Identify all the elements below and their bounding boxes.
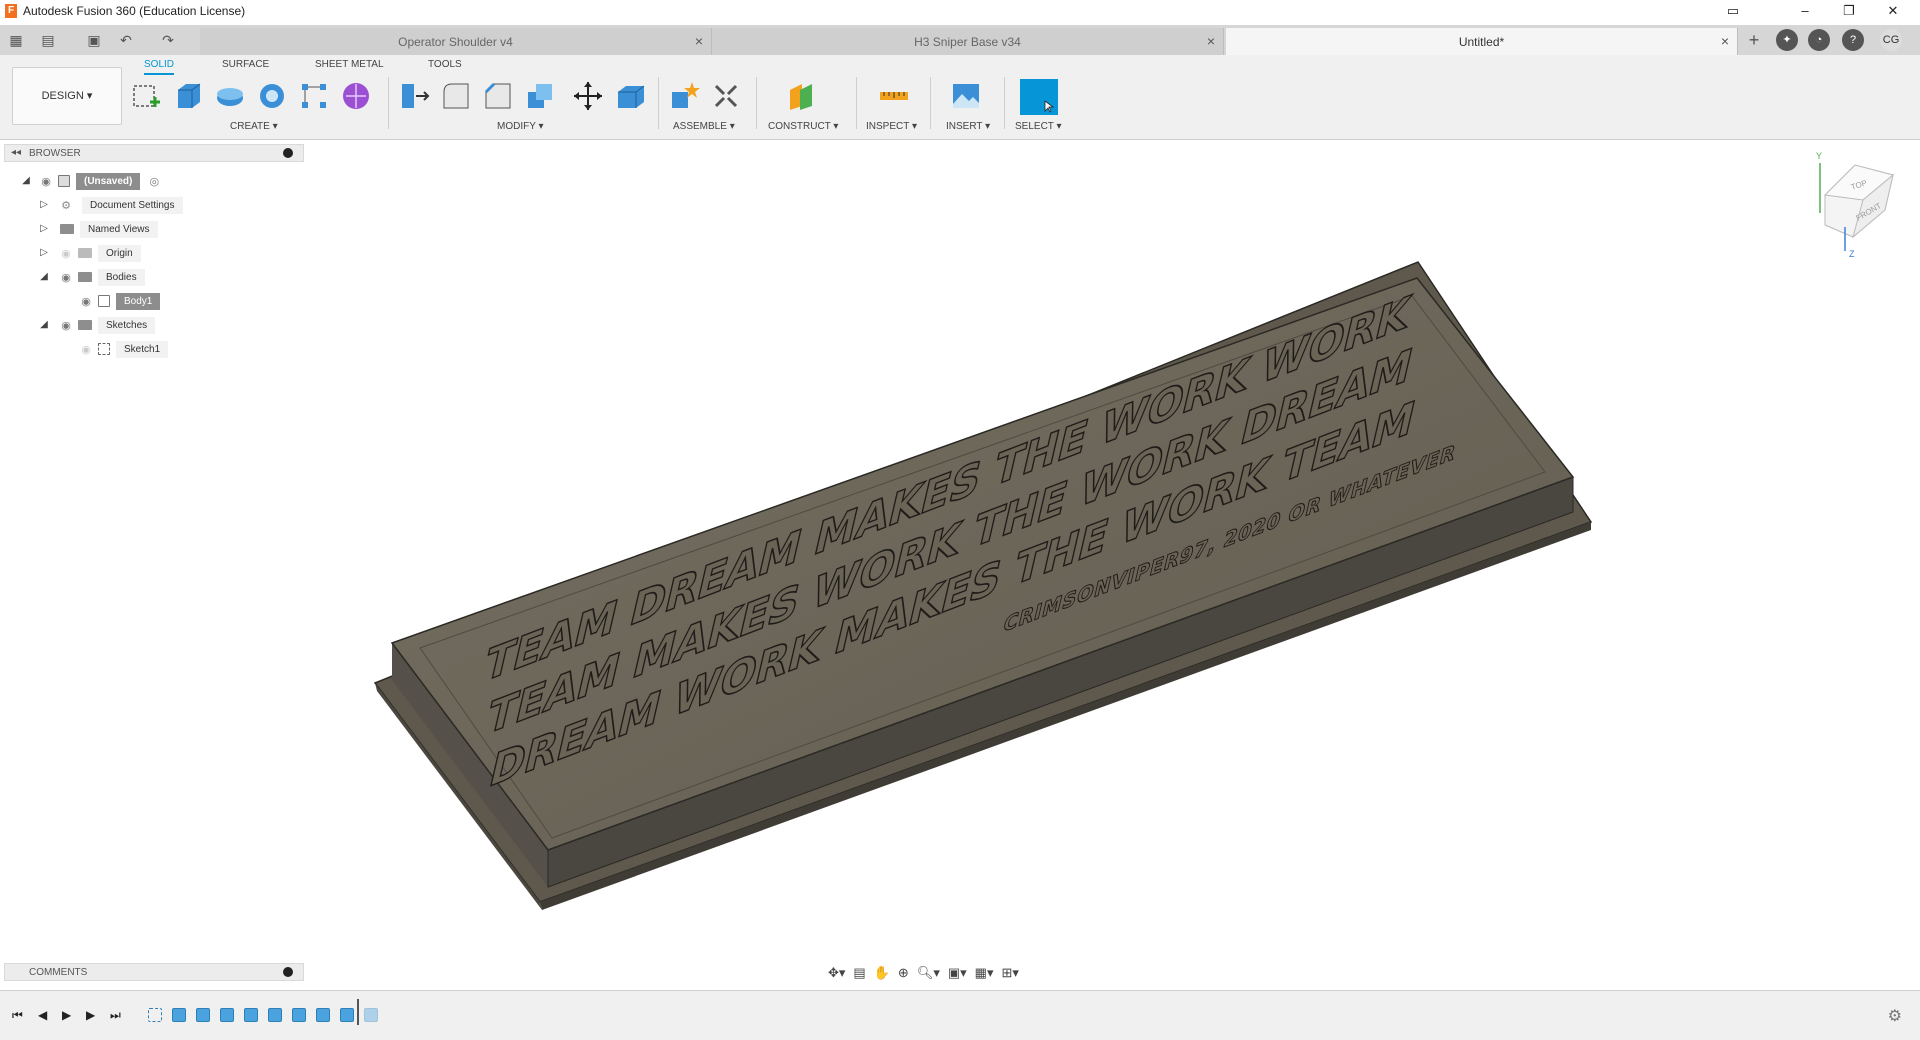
axis-y-label: Y — [1816, 151, 1822, 161]
comments-add-icon[interactable] — [283, 967, 293, 977]
chamfer-icon[interactable] — [482, 80, 514, 112]
step-forward-icon[interactable]: ▶ — [86, 1008, 95, 1022]
title-bar: F Autodesk Fusion 360 (Education License… — [0, 0, 1920, 22]
insert-image-icon[interactable] — [950, 80, 982, 112]
new-tab-icon[interactable]: + — [1744, 30, 1764, 50]
undo-icon[interactable]: ↶ — [116, 30, 136, 50]
construct-menu[interactable]: CONSTRUCT ▾ — [768, 121, 838, 132]
fusion-logo-icon: F — [5, 4, 17, 18]
extrude-icon[interactable] — [172, 80, 204, 112]
select-tool-icon[interactable] — [1020, 79, 1058, 115]
move-copy-icon[interactable] — [572, 80, 604, 112]
fit-icon[interactable]: 🔍︎▾ — [917, 965, 940, 981]
assemble-menu[interactable]: ASSEMBLE ▾ — [673, 121, 735, 132]
select-menu[interactable]: SELECT ▾ — [1015, 121, 1062, 132]
tab-sheet-metal[interactable]: SHEET METAL — [315, 59, 384, 70]
timeline-marker[interactable] — [357, 999, 359, 1025]
pan-icon[interactable]: ✋ — [874, 965, 890, 981]
revolve-icon[interactable] — [214, 80, 246, 112]
fillet-icon[interactable] — [440, 80, 472, 112]
tab-untitled[interactable]: Untitled* × — [1226, 28, 1738, 55]
gear-icon[interactable]: ⚙ — [1888, 1006, 1902, 1026]
form-icon[interactable] — [340, 80, 372, 112]
rectangle-pattern-icon[interactable] — [298, 80, 330, 112]
viewcube[interactable]: TOP FRONT Y Z — [1816, 151, 1895, 259]
timeline-feature[interactable] — [196, 1008, 210, 1022]
redo-icon[interactable]: ↷ — [158, 30, 178, 50]
window-title: Autodesk Fusion 360 (Education License) — [23, 4, 246, 18]
extensions-icon[interactable]: ✦ — [1776, 29, 1798, 51]
combine-icon[interactable] — [524, 80, 556, 112]
joint-icon[interactable] — [710, 80, 742, 112]
minimize-button[interactable]: – — [1782, 0, 1828, 22]
timeline-sketch-feature[interactable] — [148, 1008, 162, 1022]
document-tab-bar: ▦ ▤ ▣ ↶ ↷ Operator Shoulder v4 × H3 Snip… — [0, 25, 1920, 55]
timeline-feature[interactable] — [292, 1008, 306, 1022]
inspect-menu[interactable]: INSPECT ▾ — [866, 121, 917, 132]
feedback-icon[interactable]: ▭ — [1710, 0, 1756, 22]
sweep-icon[interactable] — [256, 80, 288, 112]
go-to-end-icon[interactable]: ⏭ — [110, 1008, 121, 1023]
plate-model[interactable]: TEAM DREAM MAKES THE WORK WORK TEAM MAKE… — [373, 252, 1593, 910]
timeline-feature[interactable] — [268, 1008, 282, 1022]
timeline-feature[interactable] — [172, 1008, 186, 1022]
timeline-feature[interactable] — [316, 1008, 330, 1022]
toolbar-ribbon: SOLID SURFACE SHEET METAL TOOLS DESIGN ▾… — [0, 55, 1920, 140]
grid-apps-icon[interactable]: ▦ — [6, 30, 26, 50]
restore-button[interactable]: ❐ — [1826, 0, 1872, 22]
step-back-icon[interactable]: ◀ — [38, 1008, 47, 1022]
modify-menu[interactable]: MODIFY ▾ — [497, 121, 544, 132]
workspace-switcher[interactable]: DESIGN ▾ — [12, 67, 122, 125]
tab-surface[interactable]: SURFACE — [222, 59, 269, 70]
file-menu-icon[interactable]: ▤ — [38, 30, 58, 50]
save-icon[interactable]: ▣ — [84, 30, 104, 50]
insert-menu[interactable]: INSERT ▾ — [946, 121, 990, 132]
timeline-feature-suppressed[interactable] — [364, 1008, 378, 1022]
create-sketch-icon[interactable] — [130, 80, 162, 112]
close-icon[interactable]: × — [1207, 33, 1215, 49]
grid-settings-icon[interactable]: ▦▾ — [975, 965, 994, 981]
zoom-icon[interactable]: ⊕ — [898, 965, 909, 981]
look-at-icon[interactable]: ▤ — [853, 965, 865, 981]
timeline-bar: ⏮ ◀ ▶ ▶ ⏭ ⚙ — [0, 990, 1920, 1040]
play-icon[interactable]: ▶ — [62, 1008, 71, 1022]
viewports-icon[interactable]: ⊞▾ — [1001, 965, 1018, 981]
timeline-feature[interactable] — [244, 1008, 258, 1022]
go-to-start-icon[interactable]: ⏮ — [12, 1008, 23, 1023]
tab-operator-shoulder[interactable]: Operator Shoulder v4 × — [200, 28, 712, 55]
tab-solid[interactable]: SOLID — [144, 59, 175, 75]
navigation-bar: ✥▾ ▤ ✋ ⊕ 🔍︎▾ ▣▾ ▦▾ ⊞▾ — [828, 962, 1088, 984]
orbit-icon[interactable]: ✥▾ — [828, 965, 845, 981]
close-icon[interactable]: × — [695, 33, 703, 49]
comments-panel[interactable]: COMMENTS — [4, 963, 304, 981]
close-icon[interactable]: × — [1721, 33, 1729, 49]
close-button[interactable]: ✕ — [1870, 0, 1916, 22]
axis-z-label: Z — [1849, 249, 1855, 259]
display-settings-icon[interactable]: ▣▾ — [948, 965, 967, 981]
offset-plane-icon[interactable] — [786, 80, 818, 112]
tab-tools[interactable]: TOOLS — [428, 59, 462, 70]
timeline-feature[interactable] — [340, 1008, 354, 1022]
viewport-canvas[interactable]: TEAM DREAM MAKES THE WORK WORK TEAM MAKE… — [0, 140, 1920, 985]
user-avatar[interactable]: CG — [1880, 29, 1902, 51]
create-menu[interactable]: CREATE ▾ — [230, 121, 278, 132]
measure-icon[interactable] — [878, 80, 910, 112]
timeline-feature[interactable] — [220, 1008, 234, 1022]
press-pull-icon[interactable] — [398, 80, 430, 112]
help-icon[interactable]: ? — [1842, 29, 1864, 51]
tab-h3-sniper-base[interactable]: H3 Sniper Base v34 × — [712, 28, 1224, 55]
new-component-icon[interactable] — [668, 80, 700, 112]
job-status-icon[interactable]: ◔ — [1808, 29, 1830, 51]
shell-icon[interactable] — [614, 80, 646, 112]
